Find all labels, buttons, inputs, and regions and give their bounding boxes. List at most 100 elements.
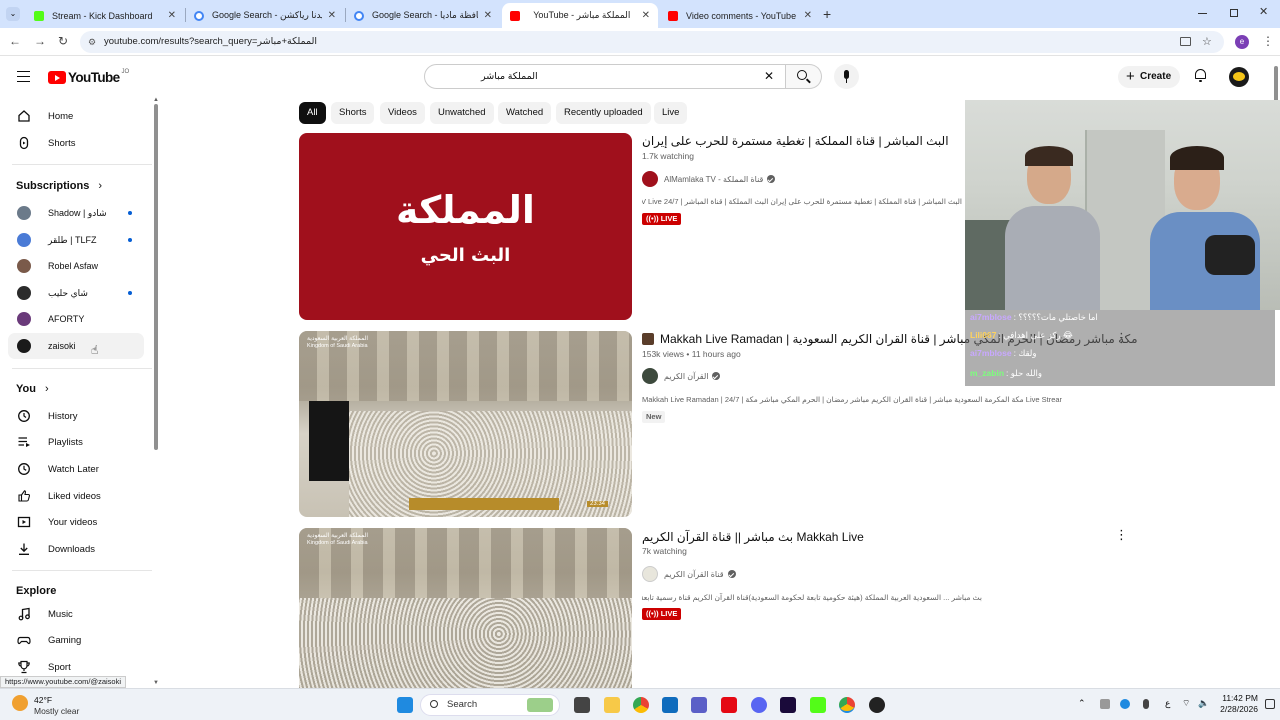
sidebar-item-label: Liked videos (48, 490, 101, 502)
hamburger-menu-icon[interactable] (17, 71, 30, 82)
sidebar-item-subscription[interactable]: شاي حليب (8, 280, 144, 306)
minimize-button[interactable] (1198, 13, 1207, 14)
tray-mic-icon[interactable] (1143, 699, 1149, 709)
maximize-button[interactable] (1230, 9, 1238, 17)
forward-icon[interactable]: → (34, 34, 46, 48)
sidebar-item-home[interactable]: Home (8, 103, 144, 129)
teams-icon[interactable] (691, 697, 707, 713)
sidebar-item-watch-later[interactable]: Watch Later (8, 456, 144, 482)
tray-network-icon[interactable] (1120, 699, 1130, 709)
sidebar-item-shorts[interactable]: Shorts (8, 130, 144, 156)
sidebar-scroll-up-icon[interactable]: ▲ (153, 97, 159, 103)
channel-link[interactable]: قناة القرآن الكريم (642, 566, 736, 582)
bookmark-star-icon[interactable]: ☆ (1202, 31, 1212, 53)
chip-videos[interactable]: Videos (380, 102, 425, 124)
sidebar-item-subscription[interactable]: AFORTY (8, 306, 144, 332)
clock-time: 11:42 PM (1222, 693, 1258, 703)
chip-unwatched[interactable]: Unwatched (430, 102, 494, 124)
chip-recently-uploaded[interactable]: Recently uploaded (556, 102, 651, 124)
search-input[interactable]: المملكة مباشر ✕ (424, 64, 786, 89)
sidebar-item-downloads[interactable]: Downloads (8, 536, 144, 562)
clear-search-icon[interactable]: ✕ (764, 65, 774, 88)
notifications-icon[interactable] (1265, 699, 1275, 709)
sidebar-scroll-down-icon[interactable]: ▼ (153, 680, 159, 686)
you-title: You (16, 383, 36, 395)
chip-watched[interactable]: Watched (498, 102, 552, 124)
chip-all[interactable]: All (299, 102, 326, 124)
video-title[interactable]: البث المباشر | قناة المملكة | تغطية مستم… (642, 134, 949, 148)
sidebar-item-gaming[interactable]: Gaming (8, 627, 144, 653)
taskbar-search[interactable]: Search (420, 694, 560, 716)
notifications-bell-icon[interactable] (1194, 68, 1207, 82)
video-thumbnail[interactable]: المملكة البث الحي (299, 133, 632, 320)
close-window-button[interactable]: ✕ (1259, 5, 1268, 18)
chip-live[interactable]: Live (654, 102, 688, 124)
sidebar-scrollbar[interactable] (154, 104, 158, 450)
tab-search-button[interactable]: ⌄ (6, 7, 20, 21)
site-info-icon[interactable]: ⚙ (88, 31, 96, 53)
close-icon[interactable]: ✕ (328, 10, 336, 21)
subscriptions-heading[interactable]: Subscriptions › (16, 180, 102, 192)
channel-link[interactable]: AlMamlaka TV - قناة المملكة (642, 171, 776, 187)
sidebar-item-history[interactable]: History (8, 403, 144, 429)
sidebar-item-music[interactable]: Music (8, 601, 144, 627)
sidebar-item-your-videos[interactable]: Your videos (8, 509, 144, 535)
you-heading[interactable]: You › (16, 383, 49, 395)
sidebar-item-playlists[interactable]: Playlists (8, 429, 144, 455)
clock[interactable]: 11:42 PM 2/28/2026 (1206, 693, 1258, 715)
task-view-icon[interactable] (574, 697, 590, 713)
webcam-overlay (965, 100, 1280, 310)
search-button[interactable] (786, 64, 822, 89)
sidebar-item-subscription[interactable]: Robel Asfaw (8, 253, 144, 279)
sidebar-item-liked-videos[interactable]: Liked videos (8, 483, 144, 509)
more-options-icon[interactable]: ⋮ (1115, 527, 1128, 543)
sidebar-item-subscription[interactable]: Shadow | شادو (8, 200, 144, 226)
tab-google-2[interactable]: Google Search - مساحة محافظة ماديا ✕ (346, 3, 500, 28)
video-thumbnail[interactable]: المملكة العربية السعودية Kingdom of Saud… (299, 528, 632, 688)
video-title[interactable]: بث مباشر || قناة القرآن الكريم Makkah Li… (642, 530, 864, 544)
youtube-logo[interactable]: YouTube JO (48, 69, 129, 85)
chrome-icon[interactable] (633, 697, 649, 713)
tab-youtube-active[interactable]: YouTube - المملكة مباشر ✕ (502, 3, 658, 28)
kick-app-icon[interactable] (810, 697, 826, 713)
netflix-icon[interactable] (721, 697, 737, 713)
channel-link[interactable]: القرآن الكريم (642, 368, 721, 384)
create-button[interactable]: + Create (1118, 66, 1180, 88)
trophy-icon (16, 659, 32, 675)
close-icon[interactable]: ✕ (804, 10, 812, 21)
chrome-menu-icon[interactable]: ⋮ (1262, 34, 1274, 48)
tab-google-1[interactable]: Google Search - تقاليدنا رياكشن ✕ (186, 3, 344, 28)
profile-avatar[interactable]: e (1235, 35, 1249, 49)
new-tab-button[interactable]: + (823, 6, 831, 22)
windows-start-icon[interactable] (397, 697, 413, 713)
sidebar-item-subscription[interactable]: طلقر | TLFZ (8, 227, 144, 253)
premiere-icon[interactable] (780, 697, 796, 713)
obs-icon[interactable] (869, 697, 885, 713)
chrome-profile-icon[interactable] (839, 697, 855, 713)
weather-widget[interactable]: 42°F Mostly clear (10, 692, 110, 718)
address-bar[interactable]: ⚙ youtube.com/results?search_query=الممل… (80, 31, 1224, 53)
close-icon[interactable]: ✕ (484, 10, 492, 21)
tab-youtube-studio[interactable]: Video comments - YouTube Stu... ✕ (660, 3, 820, 28)
explore-heading: Explore (16, 585, 56, 597)
reload-icon[interactable]: ↻ (58, 34, 68, 48)
close-icon[interactable]: ✕ (168, 10, 176, 21)
outlook-icon[interactable] (662, 697, 678, 713)
account-avatar[interactable] (1229, 67, 1249, 87)
install-icon[interactable] (1180, 37, 1191, 46)
tray-language-icon[interactable]: ع (1165, 698, 1170, 709)
video-thumbnail[interactable]: المملكة العربية السعودية Kingdom of Saud… (299, 331, 632, 517)
tab-kick[interactable]: Stream - Kick Dashboard ✕ (26, 3, 184, 28)
discord-icon[interactable] (751, 697, 767, 713)
file-explorer-icon[interactable] (604, 697, 620, 713)
chip-shorts[interactable]: Shorts (331, 102, 375, 124)
back-icon[interactable]: ← (9, 34, 21, 48)
close-icon[interactable]: ✕ (642, 10, 650, 21)
mouse-cursor: ☝ (91, 343, 99, 357)
tray-wifi-icon[interactable]: ⌔ (1182, 698, 1190, 709)
tray-chevron-icon[interactable]: ⌃ (1078, 698, 1086, 709)
page-scrollbar[interactable] (1274, 66, 1278, 102)
tray-app-icon[interactable] (1100, 699, 1110, 709)
voice-search-button[interactable] (834, 64, 859, 89)
sidebar-item-subscription[interactable]: zaisoki (8, 333, 144, 359)
